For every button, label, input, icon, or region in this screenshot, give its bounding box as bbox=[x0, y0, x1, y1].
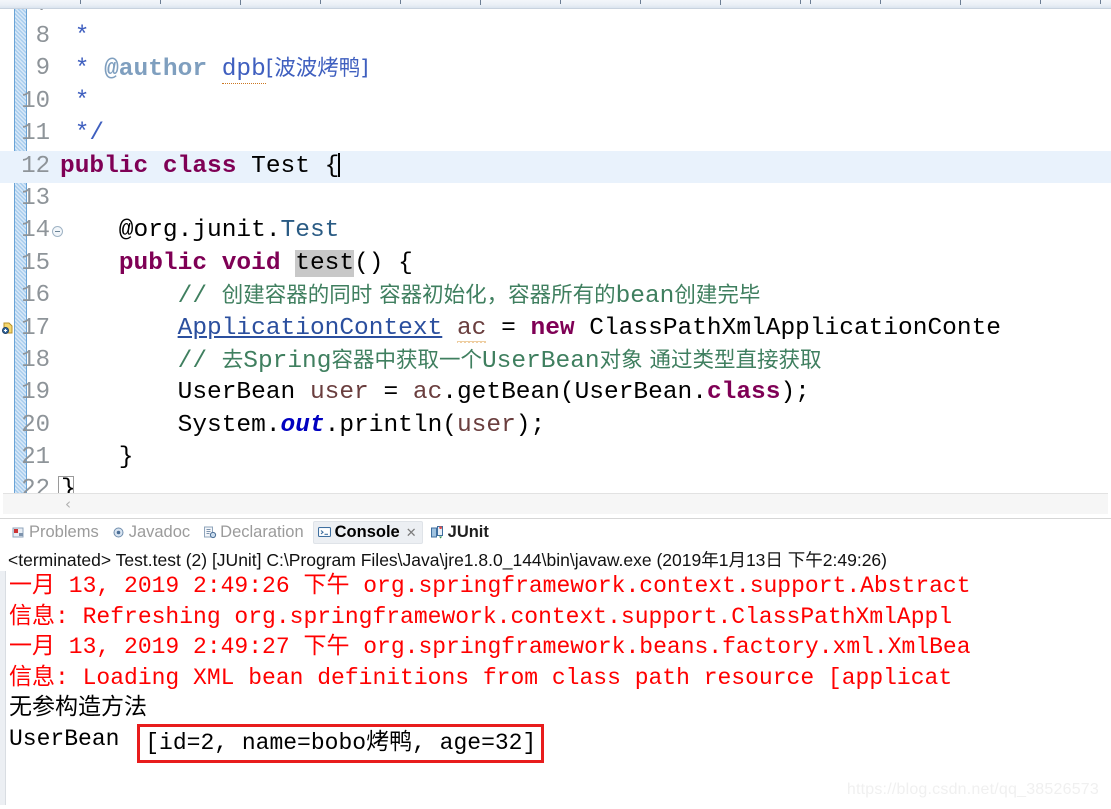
console-icon bbox=[317, 525, 332, 540]
javadoc-icon bbox=[111, 525, 126, 540]
problems-icon bbox=[11, 525, 26, 540]
code-line[interactable]: 19 UserBean user = ac.getBean(UserBean.c… bbox=[0, 377, 1111, 409]
console-stderr-line: 一月 13, 2019 2:49:26 下午 org.springframewo… bbox=[9, 573, 971, 599]
tab-label: Javadoc bbox=[128, 523, 191, 541]
editor-ruler bbox=[0, 0, 1111, 9]
code-text[interactable]: @org.junit.Test bbox=[60, 215, 340, 247]
console-lines-container: 一月 13, 2019 2:49:26 下午 org.springframewo… bbox=[0, 571, 1111, 763]
tab-label: JUnit bbox=[447, 523, 489, 541]
code-line[interactable]: 10 * bbox=[0, 86, 1111, 118]
line-number: 10 bbox=[21, 87, 50, 115]
console-result-line: UserBean [id=2, name=bobo烤鸭, age=32] bbox=[0, 723, 1111, 763]
launch-config-line: <terminated> Test.test (2) [JUnit] C:\Pr… bbox=[8, 550, 887, 570]
tab-javadoc[interactable]: Javadoc bbox=[108, 521, 195, 544]
code-text[interactable]: } bbox=[60, 442, 134, 474]
code-line[interactable]: 12 public class Test { bbox=[0, 150, 1111, 183]
tab-console[interactable]: Console ✕ bbox=[312, 521, 423, 544]
code-line[interactable]: 9 * @author dpb[波波烤鸭] bbox=[0, 53, 1111, 85]
code-line[interactable]: 7 * bbox=[0, 9, 1111, 21]
view-tab-bar[interactable]: Problems Javadoc Declaration Console ✕ JUnit bbox=[0, 519, 1111, 546]
code-lines-container[interactable]: 7 *8 *9 * @author dpb[波波烤鸭]10 *11 */12pu… bbox=[0, 9, 1111, 514]
line-number: 19 bbox=[21, 379, 50, 407]
tab-declaration[interactable]: Declaration bbox=[199, 521, 308, 544]
result-prefix: UserBean bbox=[9, 725, 134, 752]
code-text[interactable]: UserBean user = ac.getBean(UserBean.clas… bbox=[60, 377, 810, 409]
code-text[interactable]: // 去Spring容器中获取一个UserBean对象 通过类型直接获取 bbox=[60, 345, 822, 378]
code-line[interactable]: 20 System.out.println(user); bbox=[0, 410, 1111, 442]
line-number: 13 bbox=[21, 184, 50, 212]
line-number: 7 bbox=[0, 9, 50, 21]
bottom-edge bbox=[0, 805, 1111, 809]
code-text[interactable]: * bbox=[60, 9, 104, 21]
code-line[interactable]: 13 bbox=[0, 183, 1111, 215]
java-code-editor[interactable]: 7 *8 *9 * @author dpb[波波烤鸭]10 *11 */12pu… bbox=[0, 9, 1111, 514]
code-text[interactable]: * bbox=[60, 86, 90, 118]
close-icon[interactable]: ✕ bbox=[406, 525, 417, 541]
code-line[interactable]: 15 public void test() { bbox=[0, 248, 1111, 280]
code-line[interactable]: 16 // 创建容器的同时 容器初始化，容器所有的bean创建完毕 bbox=[0, 280, 1111, 312]
line-number: 11 bbox=[21, 120, 50, 148]
line-number: 15 bbox=[21, 249, 50, 277]
tab-label: Problems bbox=[29, 523, 99, 541]
line-number: 20 bbox=[21, 411, 50, 439]
code-text[interactable]: * bbox=[60, 21, 90, 53]
eclipse-ide-screenshot: 7 *8 *9 * @author dpb[波波烤鸭]10 *11 */12pu… bbox=[0, 0, 1111, 809]
code-line[interactable]: 14 @org.junit.Test bbox=[0, 215, 1111, 247]
watermark-text: https://blog.csdn.net/qq_38526573 bbox=[846, 781, 1099, 798]
code-line[interactable]: 17 ApplicationContext ac = new ClassPath… bbox=[0, 313, 1111, 345]
line-number: 14 bbox=[21, 217, 50, 245]
line-number: 16 bbox=[21, 282, 50, 310]
code-text[interactable]: public void test() { bbox=[60, 248, 413, 280]
junit-icon bbox=[430, 525, 445, 540]
code-line[interactable]: 11 */ bbox=[0, 118, 1111, 150]
tab-label: Declaration bbox=[220, 523, 304, 541]
code-line[interactable]: 18 // 去Spring容器中获取一个UserBean对象 通过类型直接获取 bbox=[0, 345, 1111, 377]
editor-horizontal-scrollbar[interactable]: ‹ bbox=[3, 493, 1108, 514]
code-line[interactable]: 21 } bbox=[0, 442, 1111, 474]
code-text[interactable]: * @author dpb[波波烤鸭] bbox=[60, 53, 369, 86]
code-text[interactable]: System.out.println(user); bbox=[60, 410, 546, 442]
console-stderr-line: 信息: Refreshing org.springframework.conte… bbox=[9, 603, 953, 630]
scroll-left-icon[interactable]: ‹ bbox=[65, 497, 79, 512]
tab-junit[interactable]: JUnit bbox=[427, 521, 494, 544]
console-stdout-line: 无参构造方法 bbox=[9, 695, 147, 721]
line-number: 12 bbox=[21, 152, 50, 180]
warning-marker-icon[interactable] bbox=[1, 321, 15, 336]
line-number: 8 bbox=[35, 23, 50, 50]
console-stderr-line: 一月 13, 2019 2:49:27 下午 org.springframewo… bbox=[9, 634, 971, 660]
code-text[interactable]: */ bbox=[60, 118, 104, 150]
line-number: 21 bbox=[21, 444, 50, 472]
tab-label: Console bbox=[334, 523, 400, 541]
console-panel: Problems Javadoc Declaration Console ✕ JUnit … bbox=[0, 518, 1111, 809]
code-text[interactable]: // 创建容器的同时 容器初始化，容器所有的bean创建完毕 bbox=[60, 280, 761, 313]
code-text[interactable]: public class Test { bbox=[60, 151, 341, 183]
code-line[interactable]: 8 * bbox=[0, 21, 1111, 53]
declaration-icon bbox=[202, 525, 217, 540]
console-stderr-line: 信息: Loading XML bean definitions from cl… bbox=[9, 664, 953, 691]
result-highlight-box: [id=2, name=bobo烤鸭, age=32] bbox=[137, 723, 545, 763]
console-output[interactable]: 一月 13, 2019 2:49:26 下午 org.springframewo… bbox=[0, 571, 1111, 809]
line-number: 18 bbox=[21, 346, 50, 374]
code-text[interactable]: ApplicationContext ac = new ClassPathXml… bbox=[60, 313, 1001, 345]
line-number: 9 bbox=[35, 55, 50, 83]
tab-problems[interactable]: Problems bbox=[8, 521, 104, 544]
text-caret bbox=[338, 152, 341, 177]
